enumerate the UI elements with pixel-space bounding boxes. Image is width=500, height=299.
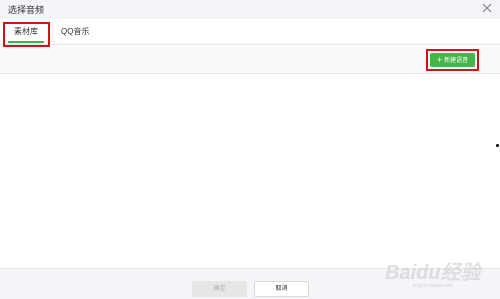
- cancel-button[interactable]: 取消: [254, 281, 309, 297]
- tab-qq-music[interactable]: QQ音乐: [61, 26, 89, 37]
- cursor-dot: [496, 144, 499, 147]
- toolbar: [0, 47, 500, 74]
- tab-bar: 素材库 QQ音乐: [0, 19, 500, 45]
- watermark-url: jingyan.baidu.com: [413, 283, 454, 289]
- select-audio-dialog: 选择音频 素材库 QQ音乐 + 新建语音 确定 取消 Baidu经验 jingya…: [0, 0, 500, 299]
- audio-list-area: [0, 75, 500, 268]
- baidu-watermark: Baidu经验: [385, 262, 481, 284]
- dialog-titlebar: 选择音频: [0, 0, 500, 19]
- tab-highlight-box: [3, 22, 50, 47]
- button-highlight-box: [426, 49, 479, 71]
- close-icon[interactable]: [480, 1, 494, 15]
- dialog-title: 选择音频: [8, 5, 45, 15]
- confirm-button[interactable]: 确定: [192, 281, 247, 297]
